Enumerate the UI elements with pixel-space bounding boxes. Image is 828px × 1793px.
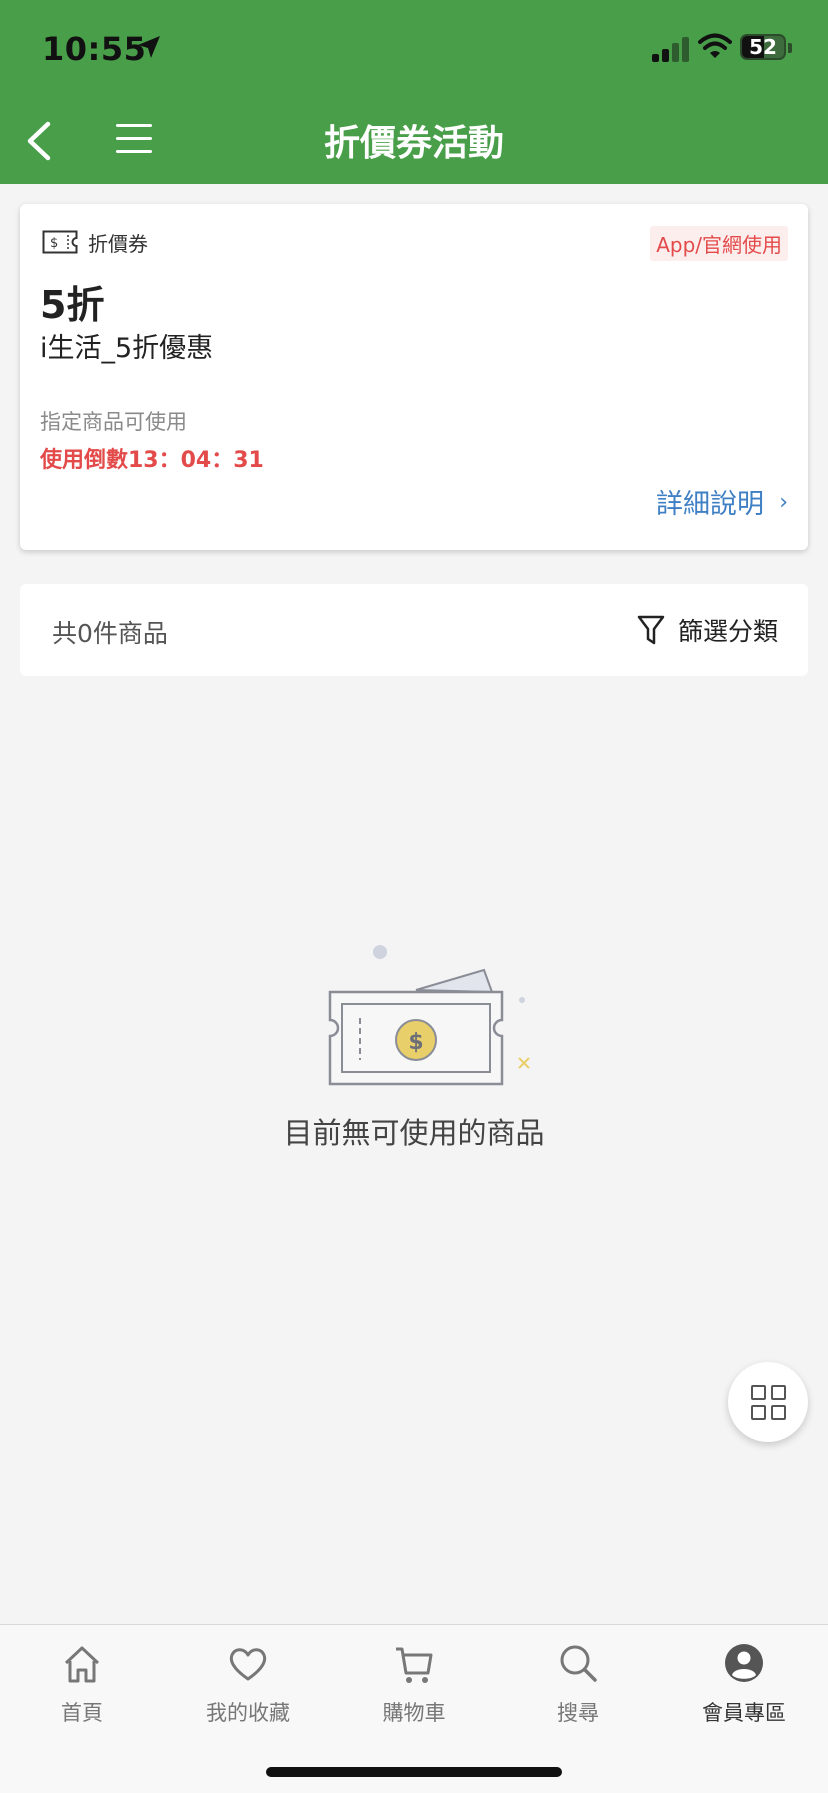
nav-label-home: 首頁	[61, 1701, 103, 1725]
cellular-signal-icon	[652, 34, 692, 62]
cart-icon	[396, 1647, 433, 1683]
location-arrow-icon	[138, 36, 160, 58]
nav-label-cart: 購物車	[382, 1701, 446, 1725]
nav-label-search: 搜尋	[557, 1701, 599, 1725]
coupon-type-label: 折價券	[88, 232, 148, 256]
battery-level: 52	[749, 35, 777, 59]
heart-icon	[229, 1648, 267, 1681]
app-header: 10:55 52 折價券活動	[0, 0, 828, 184]
nav-item-cart[interactable]: 購物車	[344, 1643, 484, 1733]
filter-label: 篩選分類	[677, 617, 778, 646]
nav-item-favorites[interactable]: 我的收藏	[178, 1643, 318, 1733]
grid-icon	[751, 1385, 766, 1400]
svg-text:$: $	[408, 1030, 423, 1055]
nav-item-home[interactable]: 首頁	[12, 1643, 152, 1733]
empty-state-message: 目前無可使用的商品	[283, 1116, 545, 1150]
filter-button[interactable]: 篩選分類	[636, 606, 778, 654]
chevron-right-icon[interactable]: ›	[779, 490, 788, 515]
nav-label-favorites: 我的收藏	[206, 1701, 290, 1725]
usage-badge: App/官網使用	[650, 226, 788, 261]
filter-funnel-icon	[637, 615, 665, 645]
search-icon	[560, 1645, 597, 1682]
nav-item-member[interactable]: 會員專區	[674, 1643, 814, 1733]
nav-label-member: 會員專區	[702, 1701, 786, 1725]
coupon-card: $ 折價券 App/官網使用 5折 i生活_5折優惠 指定商品可使用 使用倒數1…	[20, 204, 808, 550]
empty-coupon-illustration: $	[328, 945, 530, 1086]
detail-link[interactable]: 詳細說明	[656, 482, 764, 521]
coupon-condition: 指定商品可使用	[40, 410, 187, 434]
home-icon	[64, 1646, 100, 1683]
item-count: 共0件商品	[52, 619, 168, 648]
status-time: 10:55	[42, 30, 147, 68]
coupon-ticket-icon: $	[42, 230, 78, 254]
wifi-icon	[698, 33, 732, 58]
countdown-timer: 使用倒數13：04：31	[40, 448, 264, 473]
filter-bar: 共0件商品 篩選分類	[20, 584, 808, 676]
grid-menu-button[interactable]	[728, 1362, 808, 1442]
discount-value: 5折	[40, 283, 105, 327]
member-icon	[725, 1644, 763, 1682]
coupon-name: i生活_5折優惠	[40, 333, 214, 364]
battery-icon: 52	[740, 34, 786, 60]
nav-item-search[interactable]: 搜尋	[508, 1643, 648, 1733]
home-indicator	[266, 1767, 562, 1777]
battery-cap	[788, 43, 792, 53]
svg-text:$: $	[50, 236, 58, 251]
page-title: 折價券活動	[323, 123, 504, 164]
